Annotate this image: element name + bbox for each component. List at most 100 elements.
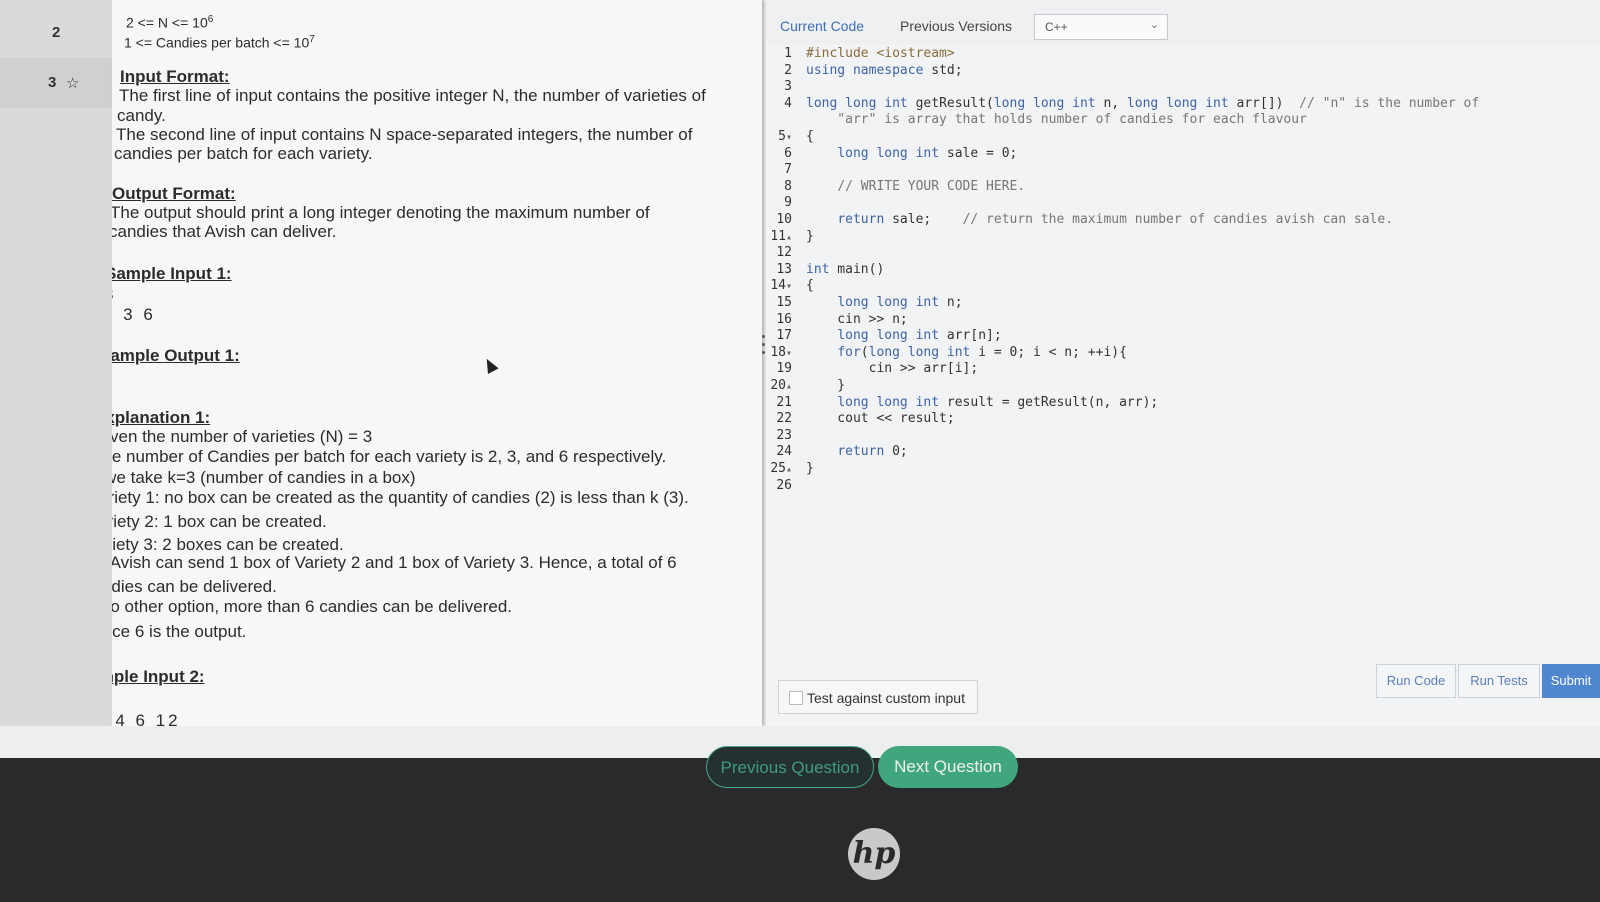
line-number: 8 xyxy=(752,179,792,194)
code-line: { xyxy=(806,129,814,144)
tab-current-code[interactable]: Current Code xyxy=(780,18,864,34)
input-format-line: The first line of input contains the pos… xyxy=(119,86,706,105)
line-number-text: 1 xyxy=(784,46,792,61)
custom-input-label: Test against custom input xyxy=(807,690,965,706)
question-nav-item-3[interactable]: 3 ☆ xyxy=(0,58,112,108)
input-format-heading: Input Format: xyxy=(120,67,230,86)
run-tests-button[interactable]: Run Tests xyxy=(1458,664,1540,698)
submit-button[interactable]: Submit xyxy=(1542,664,1600,698)
code-line: long long int result = getResult(n, arr)… xyxy=(837,394,1159,410)
question-nav-item-2[interactable]: 2 xyxy=(0,8,112,58)
line-number: 5▾ xyxy=(752,129,792,144)
line-number-text: 22 xyxy=(776,411,792,427)
line-number: 22 xyxy=(752,411,792,426)
problem-statement: 2 <= N <= 106 1 <= Candies per batch <= … xyxy=(112,0,762,726)
line-number-text: 4 xyxy=(784,95,792,111)
next-question-button[interactable]: Next Question xyxy=(878,746,1018,788)
sample-input-2-heading: Sample Input 2: xyxy=(112,667,205,686)
line-number-text: 14 xyxy=(770,278,786,294)
code-line: cout << result; xyxy=(806,411,955,427)
constraint-text: 2 <= N <= 10 xyxy=(126,14,208,31)
sample-output-1-heading: Sample Output 1: xyxy=(112,346,240,365)
line-number-text: 15 xyxy=(776,295,792,310)
star-icon[interactable]: ☆ xyxy=(66,74,79,92)
input-format-line: candy. xyxy=(117,106,166,125)
line-number: 24 xyxy=(752,444,792,459)
line-number-text: 10 xyxy=(776,212,792,227)
hp-logo: hp xyxy=(848,828,900,880)
line-number-text: 9 xyxy=(784,195,792,211)
line-number-text: 19 xyxy=(776,361,792,377)
explanation-line: The number of Candies per batch for each… xyxy=(112,447,667,466)
code-line: cin >> n; xyxy=(806,311,908,327)
language-select[interactable]: C++ ⌄ xyxy=(1034,14,1168,40)
custom-input-toggle[interactable]: Test against custom input xyxy=(778,680,978,714)
line-number-text: 16 xyxy=(776,311,792,327)
fold-toggle-icon[interactable]: ▴ xyxy=(786,232,792,243)
line-number-text: 5 xyxy=(778,129,786,144)
line-number-text: 2 xyxy=(784,62,792,78)
output-format-line: The output should print a long integer d… xyxy=(112,203,650,222)
line-number: 23 xyxy=(752,428,792,443)
language-value: C++ xyxy=(1045,20,1068,34)
line-number-text: 12 xyxy=(776,245,792,261)
code-line: return sale; // return the maximum numbe… xyxy=(837,212,1394,227)
screen: 2 3 ☆ 2 <= N <= 106 1 <= Candies per bat… xyxy=(0,0,1600,758)
line-number-text: 26 xyxy=(776,477,792,493)
custom-input-checkbox[interactable] xyxy=(789,691,803,705)
output-format-line: candies that Avish can deliver. xyxy=(112,222,337,241)
input-format-line: The second line of input contains N spac… xyxy=(116,125,693,144)
line-number: 25▴ xyxy=(752,461,792,476)
fold-toggle-icon[interactable]: ▴ xyxy=(786,464,792,475)
code-line: long long int sale = 0; xyxy=(837,145,1018,161)
line-number-text: 18 xyxy=(770,344,786,360)
line-number: 6 xyxy=(752,146,792,161)
line-number: 10 xyxy=(752,212,792,227)
input-format-line: candies per batch for each variety. xyxy=(114,144,373,163)
code-area[interactable]: 1 #include <iostream> 2 using namespace std… xyxy=(766,44,1600,664)
explanation-line: If we take k=3 (number of candies in a b… xyxy=(112,468,416,487)
line-number: 1 xyxy=(752,46,792,61)
line-number-text: 21 xyxy=(776,394,792,410)
line-number: 9 xyxy=(752,195,792,210)
explanation-line: In no other option, more than 6 candies … xyxy=(112,597,513,616)
line-number: 26 xyxy=(752,478,792,493)
line-number-text: 6 xyxy=(784,145,792,161)
line-number: 17 xyxy=(752,328,792,343)
code-line: using namespace std; xyxy=(806,62,963,78)
explanation-line: candies can be delivered. xyxy=(112,577,277,596)
line-number: 2 xyxy=(752,63,792,78)
code-line: cin >> arr[i]; xyxy=(806,361,979,377)
code-line: return 0; xyxy=(837,444,908,460)
sample-input-1-line: 2 3 6 xyxy=(112,305,156,324)
code-line: "arr" is array that holds number of cand… xyxy=(806,112,1307,128)
fold-toggle-icon[interactable]: ▾ xyxy=(786,132,792,143)
fold-toggle-icon[interactable]: ▴ xyxy=(786,381,792,392)
line-number: 11▴ xyxy=(752,229,792,244)
line-number-text: 25 xyxy=(770,461,786,476)
fold-toggle-icon[interactable]: ▾ xyxy=(786,348,792,359)
line-number-text: 20 xyxy=(770,378,786,393)
code-line: for(long long int i = 0; i < n; ++i){ xyxy=(837,344,1127,360)
line-number: 18▾ xyxy=(752,345,792,360)
line-number: 16 xyxy=(752,312,792,327)
explanation-line: Variety 3: 2 boxes can be created. xyxy=(112,535,344,554)
fold-toggle-icon[interactable]: ▾ xyxy=(786,281,792,292)
constraint-exponent: 6 xyxy=(207,14,214,25)
explanation-line: Hence 6 is the output. xyxy=(112,622,247,641)
code-editor-panel: Current Code Previous Versions C++ ⌄ 1 #i… xyxy=(766,0,1600,726)
line-number: 21 xyxy=(752,395,792,410)
line-number: 15 xyxy=(752,295,792,310)
run-code-button[interactable]: Run Code xyxy=(1376,664,1456,698)
code-line: long long int n; xyxy=(837,295,963,310)
tab-previous-versions[interactable]: Previous Versions xyxy=(900,18,1012,34)
question-number: 2 xyxy=(52,24,61,41)
sample-input-1-heading: Sample Input 1: xyxy=(112,264,232,283)
line-number-text: 8 xyxy=(784,178,792,194)
previous-question-button[interactable]: Previous Question xyxy=(706,746,874,788)
sample-input-2-line: 2 8 4 6 12 xyxy=(112,711,181,726)
code-line: } xyxy=(806,378,846,393)
constraint-exponent: 7 xyxy=(309,34,315,45)
line-number-text: 11 xyxy=(770,228,786,244)
explanation-line: Given the number of varieties (N) = 3 xyxy=(112,427,373,446)
